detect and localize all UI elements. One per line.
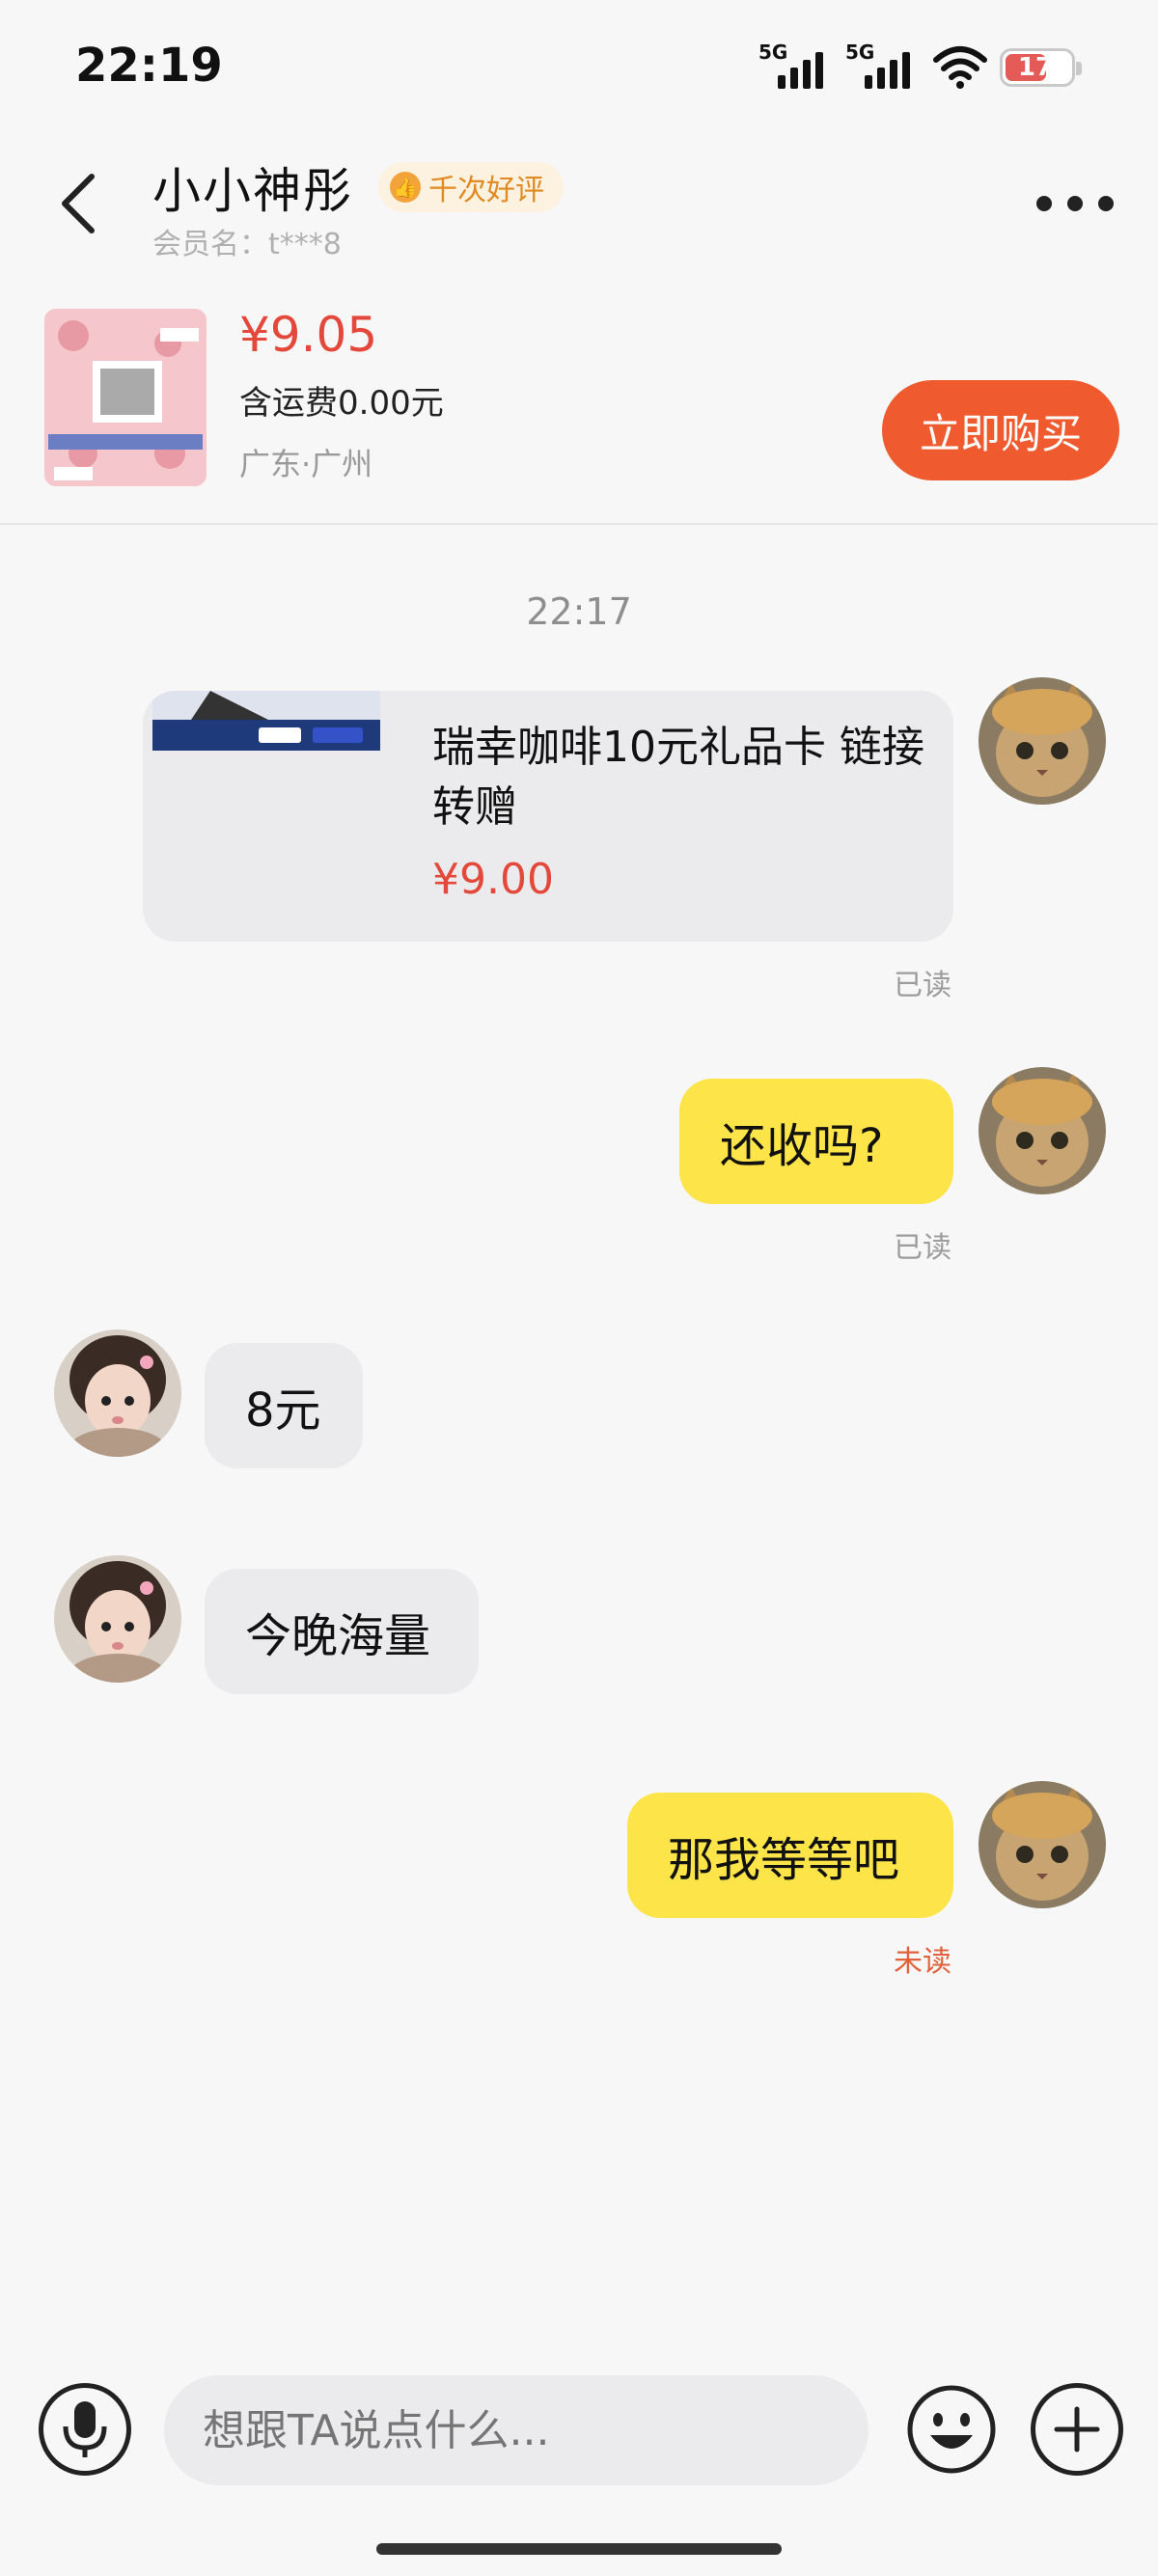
cellular-signal-icon: 5G — [758, 41, 834, 93]
badge-label: 千次好评 — [428, 174, 544, 207]
more-options-button[interactable] — [1036, 189, 1114, 218]
item-price: ¥9.00 — [432, 855, 554, 904]
item-title: 瑞幸咖啡10元礼品卡 链接转赠 — [432, 723, 924, 832]
shipping-info: 含运费0.00元 — [239, 384, 444, 423]
emoji-button[interactable] — [905, 2383, 998, 2476]
battery-level: 17 — [1017, 53, 1054, 82]
home-indicator[interactable] — [376, 2543, 782, 2555]
message-bubble-received[interactable]: 8元 — [205, 1343, 363, 1468]
chevron-left-icon — [62, 174, 95, 233]
shared-item-card[interactable]: 瑞幸咖啡10元礼品卡 链接转赠 ¥9.00 — [143, 691, 953, 942]
status-icons: 5G 5G 17 — [758, 41, 1082, 95]
rating-badge: 👍 千次好评 — [378, 162, 564, 212]
product-location: 广东·广州 — [239, 446, 373, 482]
cellular-signal-icon: 5G — [845, 41, 921, 93]
unread-status: 未读 — [894, 1945, 951, 1979]
my-avatar[interactable] — [979, 1067, 1106, 1194]
my-avatar[interactable] — [979, 677, 1106, 805]
more-actions-button[interactable] — [1031, 2383, 1123, 2476]
back-button[interactable] — [44, 160, 112, 247]
voice-input-button[interactable] — [39, 2383, 131, 2476]
wifi-icon — [933, 46, 987, 89]
item-thumbnail — [152, 691, 380, 751]
seller-avatar[interactable] — [54, 1329, 181, 1457]
member-name: 会员名：t***8 — [152, 228, 342, 261]
page-title: 小小神彤 — [152, 163, 353, 219]
thumbs-up-icon: 👍 — [390, 172, 421, 203]
seller-avatar[interactable] — [54, 1555, 181, 1683]
more-dots-icon — [1036, 196, 1052, 211]
plus-icon — [1054, 2406, 1100, 2453]
status-time: 22:19 — [75, 39, 223, 93]
product-price: ¥9.05 — [239, 307, 378, 363]
message-input[interactable] — [164, 2375, 868, 2485]
product-card[interactable]: ¥9.05 含运费0.00元 广东·广州 立即购买 — [0, 289, 1158, 525]
status-bar: 22:19 5G 5G 17 — [0, 0, 1158, 135]
emoji-icon — [907, 2385, 996, 2474]
message-bubble-sent[interactable]: 还收吗? — [679, 1079, 953, 1204]
buy-now-button[interactable]: 立即购买 — [882, 380, 1119, 480]
microphone-icon — [63, 2401, 107, 2457]
my-avatar[interactable] — [979, 1781, 1106, 1908]
battery-icon: 17 — [1000, 48, 1082, 87]
read-status: 已读 — [894, 1231, 951, 1265]
read-status: 已读 — [894, 969, 951, 1002]
chat-time-separator: 22:17 — [526, 590, 632, 633]
product-image — [44, 309, 207, 486]
message-bubble-received[interactable]: 今晚海量 — [205, 1569, 479, 1694]
message-bubble-sent[interactable]: 那我等等吧 — [627, 1793, 953, 1918]
